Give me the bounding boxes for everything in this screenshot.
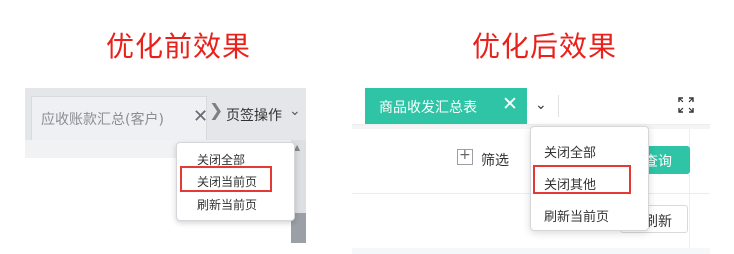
close-icon[interactable]: ✕: [193, 106, 208, 127]
highlight-box: [180, 166, 272, 192]
before-heading: 优化前效果: [106, 30, 252, 63]
after-heading: 优化后效果: [472, 30, 618, 63]
chevron-down-icon[interactable]: ⌄: [535, 97, 547, 113]
close-icon[interactable]: ✕: [502, 93, 518, 115]
tab-label: 商品收发汇总表: [379, 100, 477, 116]
tab-ops-label[interactable]: 页签操作: [226, 105, 282, 125]
fullscreen-icon[interactable]: [678, 97, 694, 113]
tab-receivables[interactable]: 应收账款汇总(客户) ✕: [31, 96, 208, 140]
tab-goods-summary[interactable]: 商品收发汇总表 ✕: [365, 88, 527, 124]
filter-button-label[interactable]: 筛选: [481, 150, 509, 170]
highlight-box: [533, 165, 631, 194]
chevron-down-icon[interactable]: ⌄: [289, 103, 301, 119]
menu-item-close-all[interactable]: 关闭全部: [544, 142, 596, 161]
tab-label: 应收账款汇总(客户): [41, 112, 164, 128]
divider: [558, 95, 559, 117]
menu-item-refresh-current[interactable]: 刷新当前页: [544, 206, 609, 225]
table-row: [352, 248, 710, 254]
plus-icon: +: [459, 147, 471, 163]
menu-item-refresh-current[interactable]: 刷新当前页: [197, 196, 257, 213]
chevron-right-icon[interactable]: ❯: [209, 101, 223, 121]
